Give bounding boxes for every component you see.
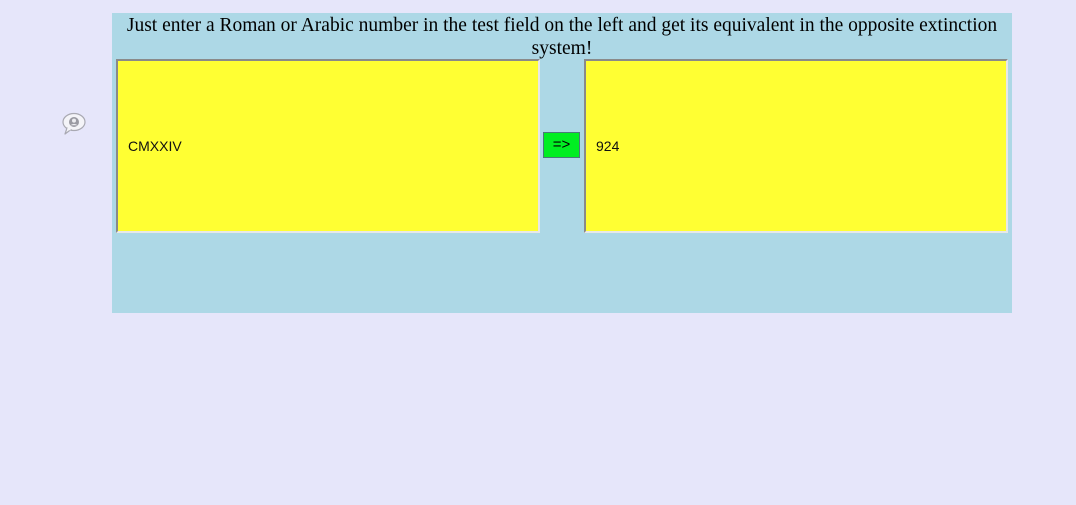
- result-output-field[interactable]: [584, 59, 1008, 233]
- instructions-text: Just enter a Roman or Arabic number in t…: [126, 15, 998, 59]
- roman-arabic-input-field[interactable]: [116, 59, 540, 233]
- convert-button[interactable]: =>: [543, 132, 580, 158]
- speech-bubble-icon[interactable]: [61, 112, 87, 136]
- converter-panel: Just enter a Roman or Arabic number in t…: [112, 13, 1012, 313]
